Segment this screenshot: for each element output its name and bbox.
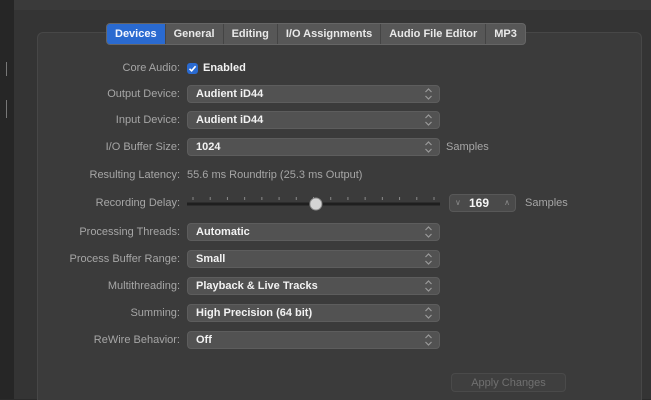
tab-io-assignments[interactable]: I/O Assignments	[278, 24, 382, 44]
recording-delay-row: Recording Delay: ∨ 169 ∧ Samples	[0, 193, 651, 213]
checkmark-icon[interactable]	[187, 62, 198, 74]
recording-delay-slider[interactable]	[187, 193, 440, 213]
io-buffer-row: I/O Buffer Size: 1024 Samples	[0, 137, 651, 157]
up-down-chevron-icon	[425, 114, 432, 126]
up-down-chevron-icon	[425, 253, 432, 265]
rewire-select[interactable]: Off	[187, 331, 440, 349]
core-audio-checkbox[interactable]: Enabled	[187, 58, 246, 78]
recording-delay-unit: Samples	[525, 197, 568, 209]
latency-row: Resulting Latency: 55.6 ms Roundtrip (25…	[0, 165, 651, 185]
output-device-value: Audient iD44	[196, 88, 264, 100]
recording-delay-stepper[interactable]: ∨ 169 ∧	[449, 194, 516, 212]
rewire-row: ReWire Behavior: Off	[0, 330, 651, 350]
process-buffer-row: Process Buffer Range: Small	[0, 249, 651, 269]
tab-editing[interactable]: Editing	[224, 24, 278, 44]
decrement-arrow-icon[interactable]: ∨	[455, 198, 461, 207]
summing-value: High Precision (64 bit)	[196, 307, 313, 319]
output-device-label: Output Device:	[107, 88, 180, 100]
up-down-chevron-icon	[425, 141, 432, 153]
input-device-value: Audient iD44	[196, 114, 264, 126]
io-buffer-value: 1024	[196, 141, 221, 153]
core-audio-row: Core Audio: Enabled	[0, 58, 651, 78]
io-buffer-label: I/O Buffer Size:	[105, 141, 180, 153]
up-down-chevron-icon	[425, 334, 432, 346]
up-down-chevron-icon	[425, 307, 432, 319]
rewire-label: ReWire Behavior:	[93, 334, 180, 346]
output-device-row: Output Device: Audient iD44	[0, 84, 651, 104]
input-device-row: Input Device: Audient iD44	[0, 110, 651, 130]
io-buffer-select[interactable]: 1024	[187, 138, 440, 156]
tab-mp3[interactable]: MP3	[486, 24, 525, 44]
summing-label: Summing:	[130, 307, 180, 319]
recording-delay-label: Recording Delay:	[95, 197, 180, 209]
processing-threads-row: Processing Threads: Automatic	[0, 222, 651, 242]
multithreading-label: Multithreading:	[107, 280, 180, 292]
tab-audio-file-editor[interactable]: Audio File Editor	[381, 24, 487, 44]
tab-devices[interactable]: Devices	[107, 24, 166, 44]
process-buffer-select[interactable]: Small	[187, 250, 440, 268]
summing-row: Summing: High Precision (64 bit)	[0, 303, 651, 323]
up-down-chevron-icon	[425, 226, 432, 238]
io-buffer-unit: Samples	[446, 141, 489, 153]
core-audio-checkbox-label: Enabled	[203, 62, 246, 74]
increment-arrow-icon[interactable]: ∧	[504, 198, 510, 207]
latency-value: 55.6 ms Roundtrip (25.3 ms Output)	[187, 169, 363, 181]
up-down-chevron-icon	[425, 88, 432, 100]
output-device-select[interactable]: Audient iD44	[187, 85, 440, 103]
processing-threads-label: Processing Threads:	[79, 226, 180, 238]
up-down-chevron-icon	[425, 280, 432, 292]
processing-threads-select[interactable]: Automatic	[187, 223, 440, 241]
rewire-value: Off	[196, 334, 212, 346]
preferences-tab-bar: Devices General Editing I/O Assignments …	[106, 23, 526, 45]
process-buffer-value: Small	[196, 253, 226, 265]
multithreading-row: Multithreading: Playback & Live Tracks	[0, 276, 651, 296]
multithreading-value: Playback & Live Tracks	[196, 280, 318, 292]
latency-label: Resulting Latency:	[89, 169, 181, 181]
slider-knob[interactable]	[309, 197, 323, 211]
summing-select[interactable]: High Precision (64 bit)	[187, 304, 440, 322]
tab-general[interactable]: General	[166, 24, 224, 44]
multithreading-select[interactable]: Playback & Live Tracks	[187, 277, 440, 295]
input-device-select[interactable]: Audient iD44	[187, 111, 440, 129]
core-audio-label: Core Audio:	[122, 62, 180, 74]
recording-delay-value[interactable]: 169	[469, 195, 489, 211]
window-title-bar	[0, 0, 651, 10]
processing-threads-value: Automatic	[196, 226, 250, 238]
process-buffer-label: Process Buffer Range:	[69, 253, 180, 265]
apply-changes-button[interactable]: Apply Changes	[451, 373, 566, 392]
input-device-label: Input Device:	[115, 114, 180, 126]
